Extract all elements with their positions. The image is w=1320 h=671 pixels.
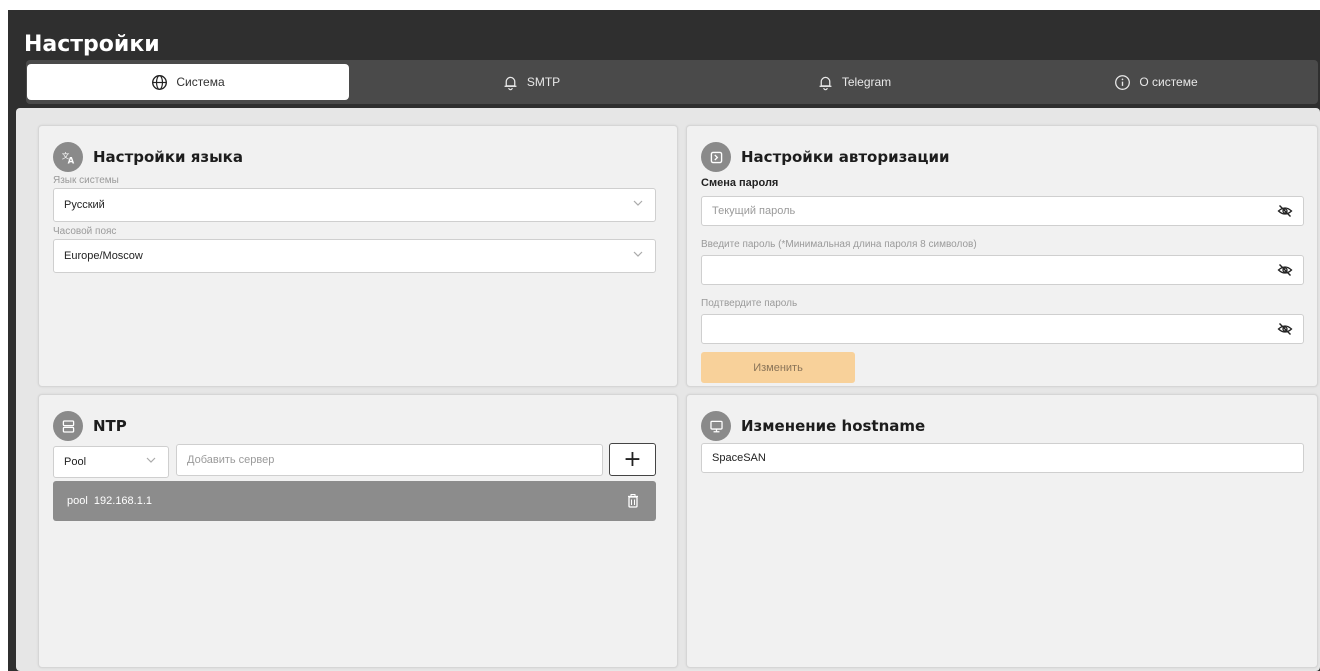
current-password-input[interactable] [712, 205, 1303, 217]
svg-text:A: A [67, 156, 74, 166]
tab-label: О системе [1139, 75, 1198, 89]
tab-system[interactable]: Система [27, 64, 349, 100]
chevron-down-icon [146, 457, 156, 463]
card-title: Настройки языка [93, 148, 243, 166]
ntp-card: NTP Pool + pool 192.168.1.1 [38, 394, 678, 668]
eye-off-icon[interactable] [1277, 321, 1293, 337]
card-header: 文A Настройки языка [53, 142, 243, 172]
page-title: Настройки [24, 32, 160, 57]
system-language-select[interactable]: Русский [53, 188, 656, 222]
card-title: Изменение hostname [741, 417, 926, 435]
ntp-server-row[interactable]: pool 192.168.1.1 [53, 481, 656, 521]
card-header: NTP [53, 411, 127, 441]
confirm-password-input[interactable] [712, 323, 1303, 335]
select-value: Europe/Moscow [64, 250, 143, 262]
select-value: Русский [64, 199, 105, 211]
select-value: Pool [64, 456, 87, 468]
eye-off-icon[interactable] [1277, 262, 1293, 278]
hostname-card: Изменение hostname [686, 394, 1318, 668]
trash-icon[interactable] [626, 493, 640, 509]
language-settings-card: 文A Настройки языка Язык системы Русский … [38, 125, 678, 387]
tab-about[interactable]: О системе [996, 64, 1316, 100]
ntp-server-text: pool 192.168.1.1 [67, 495, 153, 507]
change-password-button[interactable]: Изменить [701, 352, 855, 383]
ntp-server-input[interactable] [187, 454, 602, 466]
new-password-field[interactable] [701, 255, 1304, 285]
new-password-input[interactable] [712, 264, 1303, 276]
app-window: Настройки Система SMTP Telegram О систем… [8, 10, 1320, 671]
eye-off-icon[interactable] [1277, 203, 1293, 219]
server-icon [53, 411, 83, 441]
bell-icon [504, 76, 517, 90]
tab-label: SMTP [526, 75, 561, 89]
ntp-type-select[interactable]: Pool [53, 446, 169, 478]
tab-telegram[interactable]: Telegram [694, 64, 1014, 100]
translate-icon: 文A [53, 142, 83, 172]
tab-smtp[interactable]: SMTP [371, 64, 691, 100]
info-icon [1115, 74, 1131, 90]
login-icon [701, 142, 731, 172]
change-password-label: Смена пароля [701, 177, 779, 189]
tab-label: Система [176, 75, 225, 89]
add-server-button[interactable]: + [609, 443, 656, 476]
card-title: NTP [93, 417, 127, 435]
confirm-password-label: Подтвердите пароль [701, 298, 798, 309]
auth-settings-card: Настройки авторизации Смена пароля Введи… [686, 125, 1318, 387]
card-header: Настройки авторизации [701, 142, 950, 172]
tab-bar: Система SMTP Telegram О системе [26, 60, 1318, 104]
card-title: Настройки авторизации [741, 148, 950, 166]
hostname-field[interactable] [701, 443, 1304, 473]
new-password-label: Введите пароль (*Минимальная длина парол… [701, 239, 977, 250]
ntp-server-field[interactable] [176, 444, 603, 476]
plus-icon: + [623, 446, 642, 472]
hostname-input[interactable] [712, 452, 1303, 464]
card-header: Изменение hostname [701, 411, 925, 441]
tab-label: Telegram [841, 75, 892, 89]
timezone-select[interactable]: Europe/Moscow [53, 239, 656, 273]
timezone-label: Часовой пояс [53, 226, 117, 237]
system-language-label: Язык системы [53, 175, 119, 186]
chevron-down-icon [633, 200, 643, 206]
bell-icon [819, 76, 832, 90]
settings-content: 文A Настройки языка Язык системы Русский … [16, 108, 1320, 671]
current-password-field[interactable] [701, 196, 1304, 226]
confirm-password-field[interactable] [701, 314, 1304, 344]
globe-icon [152, 74, 168, 90]
chevron-down-icon [633, 251, 643, 257]
monitor-icon [701, 411, 731, 441]
